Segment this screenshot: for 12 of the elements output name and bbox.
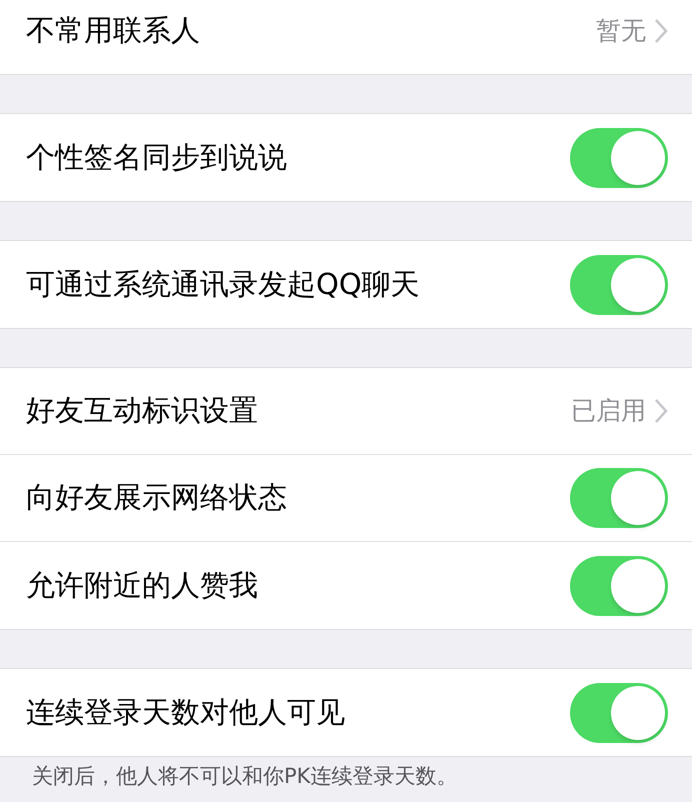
row-value: 暂无 [596, 14, 646, 47]
setting-label: 允许附近的人赞我 [26, 566, 258, 604]
setting-label: 个性签名同步到说说 [26, 138, 287, 176]
setting-label: 可通过系统通讯录发起QQ聊天 [26, 266, 420, 303]
footer-note: 关闭后，他人将不可以和你PK连续登录天数。 [32, 764, 458, 788]
setting-label: 向好友展示网络状态 [26, 479, 287, 516]
row-value: 已启用 [571, 395, 646, 428]
setting-label: 连续登录天数对他人可见 [26, 694, 345, 731]
chevron-icon [654, 398, 668, 424]
setting-label: 不常用联系人 [26, 12, 200, 49]
setting-label: 好友互动标识设置 [26, 392, 258, 430]
chevron-icon [654, 18, 668, 44]
